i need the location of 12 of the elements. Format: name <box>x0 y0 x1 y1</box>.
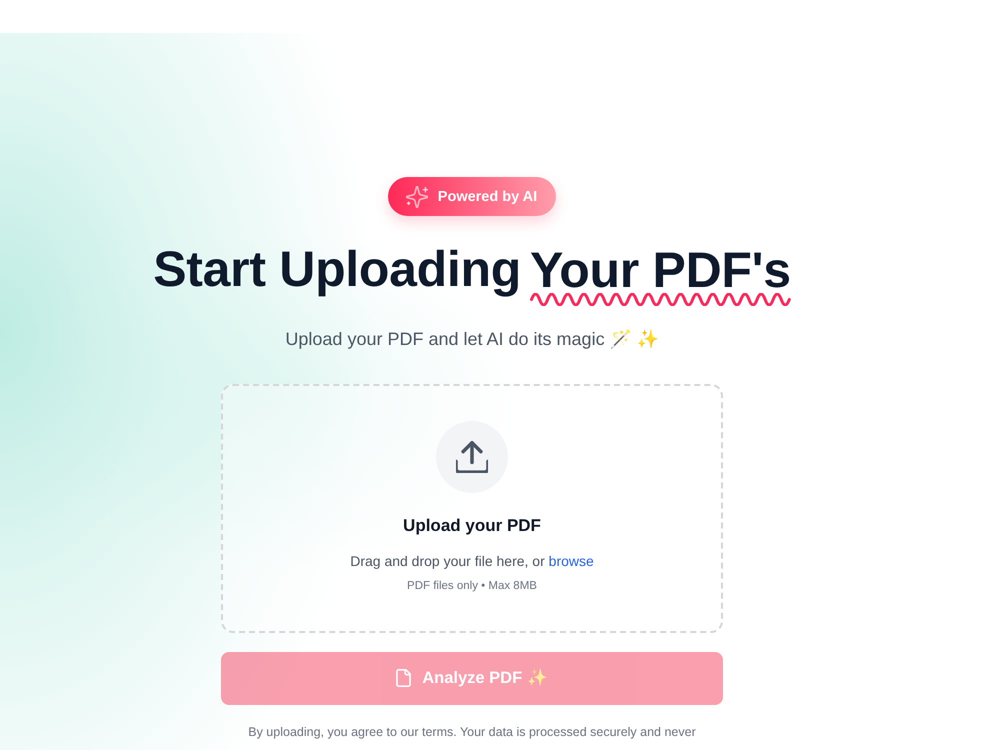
heading-highlight: Your PDF's <box>530 246 791 292</box>
terms-note: By uploading, you agree to our terms. Your data is processed securely and never <box>248 724 696 740</box>
upload-dropzone[interactable]: Upload your PDF Drag and drop your file here, or browse PDF files only • Max 8MB <box>221 384 723 632</box>
upload-hint: Drag and drop your file here, or browse <box>350 552 594 570</box>
file-limits: PDF files only • Max 8MB <box>407 578 537 594</box>
sparkles-icon <box>406 186 428 208</box>
upload-title: Upload your PDF <box>403 514 541 536</box>
file-icon <box>396 669 412 687</box>
subtitle: Upload your PDF and let AI do its magic 🪄 ✨ <box>285 328 659 350</box>
ai-tagline: Powered by AI <box>438 188 538 204</box>
browse-link[interactable]: browse <box>548 552 594 568</box>
heading-text: Start Uploading <box>153 241 521 298</box>
